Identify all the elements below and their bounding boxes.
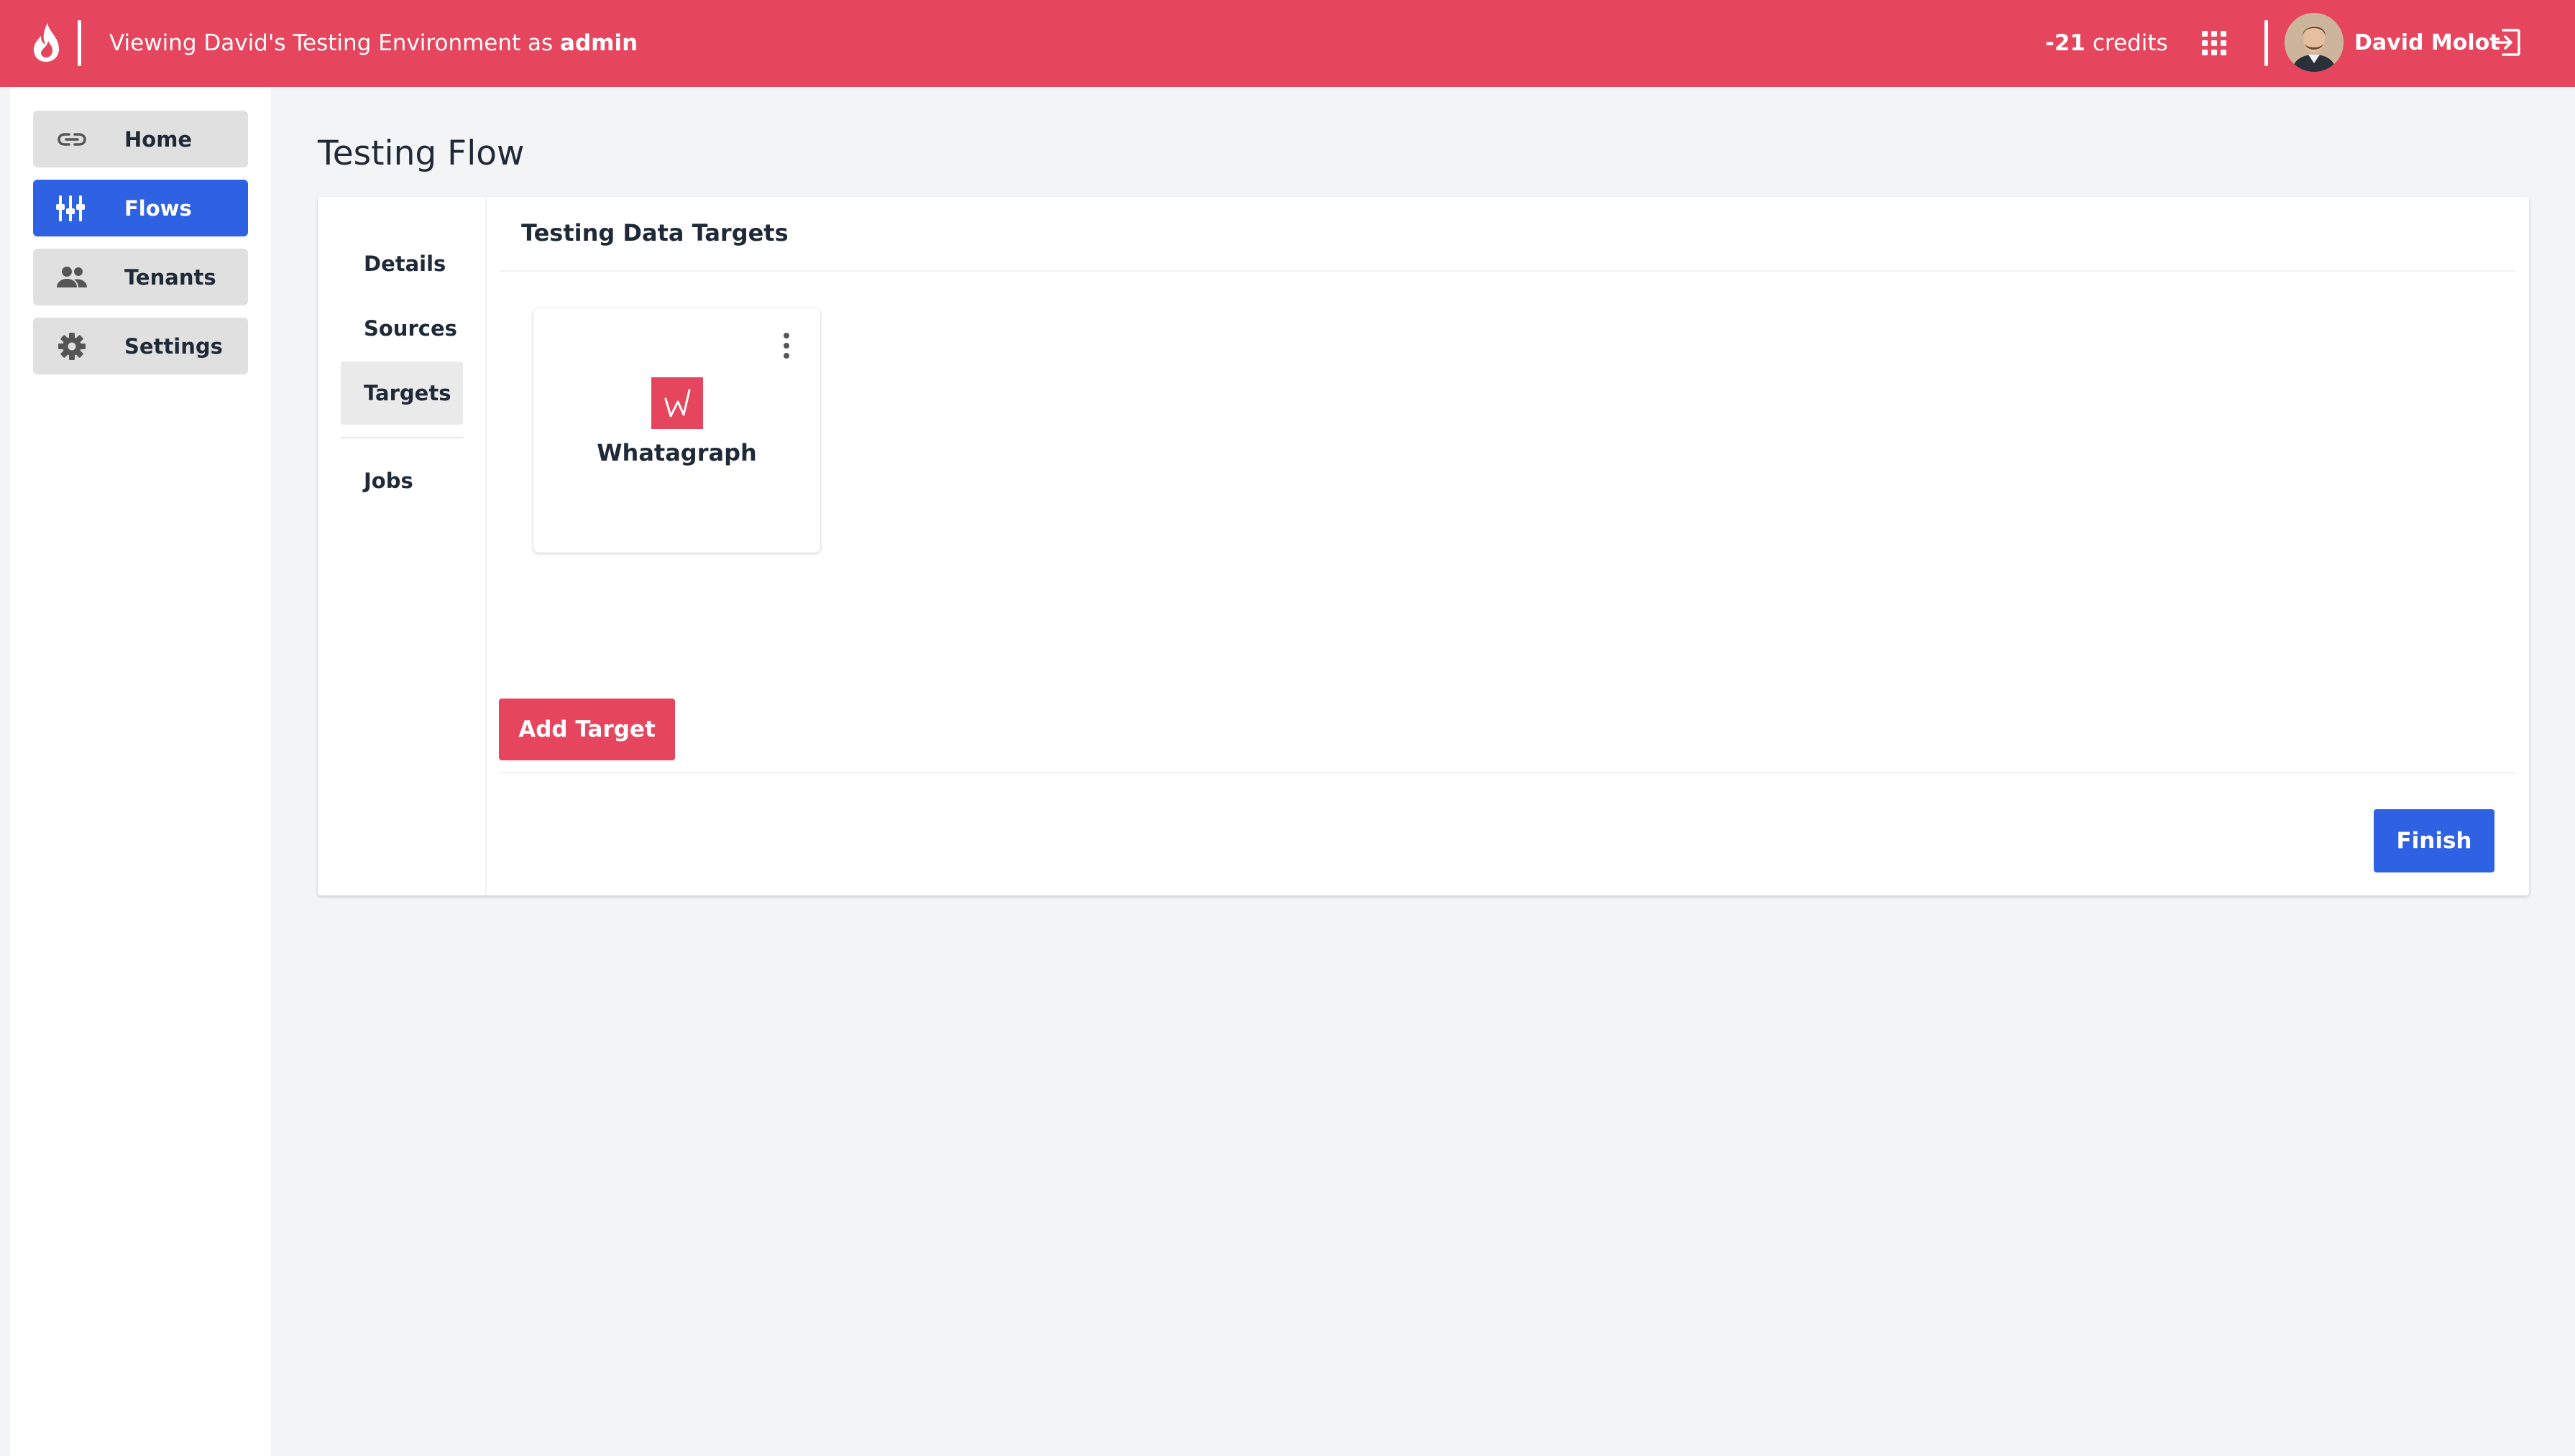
top-bar: Viewing David's Testing Environment as a… (0, 0, 2575, 87)
avatar[interactable] (2285, 13, 2344, 72)
environment-label: Viewing David's Testing Environment as a… (109, 27, 638, 59)
step-details[interactable]: Details (341, 232, 463, 295)
page-title: Testing Flow (318, 134, 525, 173)
credits-display: -21 credits (2045, 27, 2168, 59)
sidebar-item-label: Tenants (124, 265, 216, 290)
gear-icon (58, 333, 86, 360)
step-label: Sources (364, 316, 457, 341)
sidebar-item-settings[interactable]: Settings (33, 318, 248, 374)
step-targets[interactable]: Targets (341, 361, 463, 425)
target-name: Whatagraph (597, 439, 757, 466)
credits-label: credits (2085, 30, 2168, 56)
environment-role: admin (560, 30, 638, 56)
credits-value: -21 (2045, 30, 2086, 56)
step-label: Targets (364, 381, 451, 405)
step-label: Details (364, 252, 446, 276)
avatar-image (2285, 13, 2344, 72)
flows-icon (56, 195, 85, 221)
flow-card: Details Sources Targets Jobs Testing Dat… (318, 197, 2529, 895)
sidebar-item-flows[interactable]: Flows (33, 180, 248, 236)
whatagraph-logo-icon (651, 377, 703, 429)
topbar-divider (2264, 20, 2268, 66)
step-label: Jobs (364, 469, 413, 493)
people-icon (57, 267, 87, 287)
sidebar-item-label: Flows (124, 196, 192, 221)
link-icon (58, 133, 86, 146)
grid-icon[interactable] (2201, 30, 2227, 56)
section-title: Testing Data Targets (521, 219, 789, 246)
step-nav: Details Sources Targets Jobs (318, 197, 487, 895)
environment-text: Viewing David's Testing Environment as (109, 30, 561, 56)
finish-button[interactable]: Finish (2374, 809, 2494, 872)
section-divider (500, 270, 2515, 272)
step-divider (341, 437, 463, 438)
step-sources[interactable]: Sources (341, 297, 463, 360)
sidebar-item-label: Settings (124, 334, 223, 359)
sidebar-item-tenants[interactable]: Tenants (33, 249, 248, 305)
sidebar-item-home[interactable]: Home (33, 111, 248, 167)
target-card[interactable]: Whatagraph (533, 308, 820, 553)
logout-icon[interactable] (2492, 27, 2522, 57)
add-target-button[interactable]: Add Target (499, 699, 675, 760)
footer-divider (500, 772, 2515, 773)
step-jobs[interactable]: Jobs (341, 449, 463, 512)
more-options-icon[interactable] (778, 330, 795, 361)
sidebar-item-label: Home (124, 127, 193, 152)
sidebar: Home Flows Tenants Settings (10, 87, 271, 1456)
user-name[interactable]: David Molot (2354, 27, 2500, 59)
logo-divider (78, 20, 81, 66)
flame-icon[interactable] (30, 22, 63, 63)
